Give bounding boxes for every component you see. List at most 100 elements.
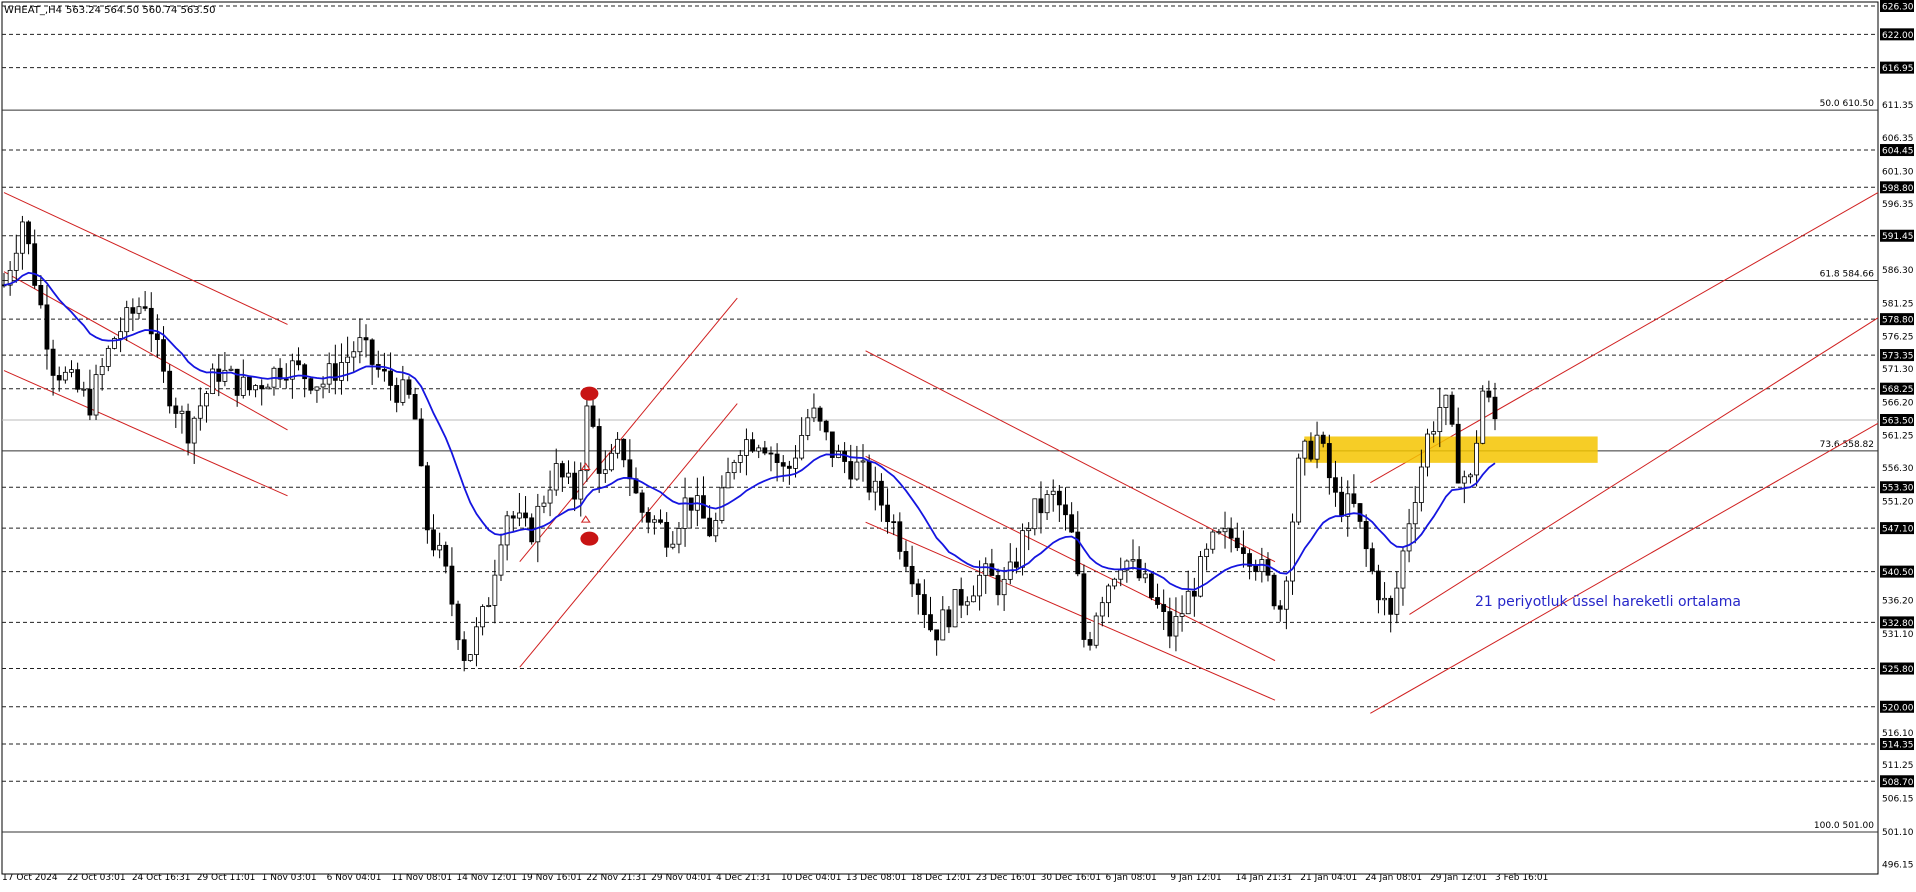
candle-body [1142,573,1148,579]
candle-body [1148,573,1154,598]
candle-body [713,520,719,537]
candle-body [1050,490,1056,495]
candle-body [197,405,203,419]
candle-body [1290,521,1295,582]
candle-body [339,362,344,381]
resistance-zone [1304,436,1598,463]
candle-body [1081,573,1087,640]
candle-body [1412,502,1418,525]
candle-body [467,654,473,661]
candle-body [1443,394,1449,408]
candle-body [848,461,854,480]
candle-body [1093,615,1099,646]
candle-body [670,543,676,548]
x-tick-label: 10 Dec 04:01 [781,873,842,883]
price-level-label: 568.25 [1882,385,1914,395]
y-tick-label: 576.25 [1882,332,1914,342]
candle-body [719,487,725,521]
candle-body [1369,548,1375,572]
candle-body [1271,574,1277,607]
candle-body [676,528,682,545]
candle-body [829,431,835,458]
price-level-label: 591.45 [1882,232,1914,242]
y-tick-label: 531.10 [1882,630,1914,640]
candle-body [602,469,608,474]
candle-body [296,360,301,366]
x-tick-label: 3 Feb 16:01 [1495,873,1548,883]
candle-body [1069,514,1075,533]
channel-line [519,403,738,668]
candle-body [872,480,878,493]
price-level-label: 598.80 [1882,184,1914,194]
candle-body [658,519,663,523]
candle-body [1345,493,1351,517]
candle-body [75,369,81,390]
candle-body [1198,556,1203,597]
x-tick-label: 23 Dec 16:01 [976,873,1037,883]
x-tick-label: 13 Dec 08:01 [846,873,907,883]
candle-body [1480,390,1486,444]
price-level-label: 525.80 [1882,665,1914,675]
candle-body [1437,407,1443,433]
y-axis: 626.30 622.00 616.95 604.45 598.80 591.45 578.… [1880,0,1914,871]
price-level-label: 616.95 [1882,64,1914,74]
candle-body [879,480,884,506]
candle-body [903,551,909,567]
x-tick-label: 1 Nov 03:01 [262,873,317,883]
candle-body [799,435,805,459]
candle-body [651,519,657,523]
price-level-label: 553.30 [1882,484,1914,494]
candle-body [1376,570,1381,601]
candle-body [559,463,565,478]
fib-levels: 50.0 610.5061.8 584.6673.6 558.82100.0 5… [2,99,1878,833]
candle-body [596,426,602,474]
price-chart[interactable]: 50.0 610.5061.8 584.6673.6 558.82100.0 5… [0,0,1916,888]
candle-body [1302,440,1308,459]
y-tick-label: 511.25 [1882,761,1914,771]
candle-body [253,385,258,391]
candle-body [44,304,50,350]
y-tick-label: 601.30 [1882,167,1914,177]
red-marker-top [580,386,599,401]
candle-body [1099,602,1105,617]
candle-body [105,347,111,367]
candle-body [32,243,38,286]
candle-body [817,407,823,422]
candle-body [1222,528,1228,533]
y-tick-label: 496.15 [1882,861,1914,871]
y-tick-label: 561.25 [1882,431,1914,441]
candle-body [406,379,412,395]
candle-body [1038,498,1044,514]
candle-body [744,439,749,456]
candle-body [1455,423,1461,484]
candle-body [1314,434,1320,460]
candle-body [474,626,479,655]
candle-body [265,386,271,390]
candle-body [707,517,713,537]
candle-body [780,462,786,467]
x-tick-label: 9 Jan 12:01 [1170,873,1221,883]
candle-body [142,306,148,309]
candle-body [173,405,179,414]
candle-body [259,385,265,390]
candle-body [461,639,467,661]
y-tick-label: 596.35 [1882,200,1914,210]
candle-body [1320,434,1326,444]
candle-body [81,388,87,391]
chart-container[interactable]: 50.0 610.50 61.8 584.66 73.6 558.82 100.0 5… [0,0,1916,888]
candle-body [1241,547,1246,554]
candle-body [621,438,627,461]
candle-body [204,393,209,407]
price-level-label: 532.80 [1882,619,1914,629]
candle-body [418,418,424,467]
candle-body [1087,639,1093,646]
candle-body [762,447,768,454]
y-tick-label: 581.25 [1882,299,1914,309]
candle-body [283,378,289,381]
candle-body [1277,605,1283,610]
candle-body [185,410,191,444]
candle-body [1418,466,1424,503]
red-marker-bottom [580,531,599,546]
candle-body [1228,528,1234,539]
channel-line [519,297,738,563]
